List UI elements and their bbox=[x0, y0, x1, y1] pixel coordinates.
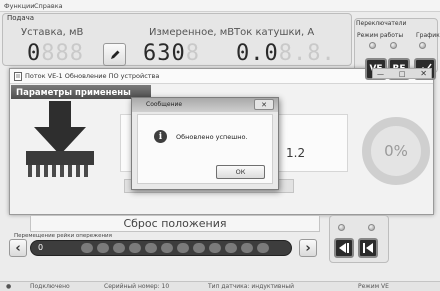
bottom-action-right-button[interactable] bbox=[358, 238, 378, 258]
maximize-icon[interactable]: □ bbox=[399, 70, 406, 78]
connection-status: Подключено bbox=[30, 283, 70, 290]
coil-current-label: Ток катушки, А bbox=[234, 27, 315, 38]
measured-display: 6308 bbox=[143, 43, 200, 65]
rail-right-button[interactable]: › bbox=[299, 239, 317, 257]
bottom-indicator-left bbox=[338, 224, 345, 231]
info-icon: i bbox=[154, 130, 167, 143]
edit-setpoint-button[interactable] bbox=[103, 43, 126, 66]
chevron-left-icon: ‹ bbox=[15, 240, 21, 256]
serial-number: Серийный номер: 10 bbox=[104, 283, 170, 290]
bottom-indicator-right bbox=[368, 224, 375, 231]
measured-label: Измеренное, мВ bbox=[149, 27, 235, 38]
window-title: Поток VE-1 Обновление ПО устройства bbox=[25, 72, 160, 80]
menu-help[interactable]: Справка bbox=[34, 2, 63, 10]
connection-status-icon: ● bbox=[6, 283, 12, 290]
mode-label: Режим работы bbox=[357, 32, 404, 39]
dialog-title: Сообщение bbox=[146, 101, 183, 108]
setpoint-dim-digits: 888 bbox=[41, 41, 84, 66]
rail-label: Перемещение рейки опережения bbox=[14, 233, 112, 239]
close-icon[interactable]: ✕ bbox=[420, 69, 427, 78]
menu-bar: Функции Справка bbox=[0, 0, 440, 12]
arrow-left-icon bbox=[339, 243, 349, 253]
supply-section-label: Подача bbox=[7, 14, 35, 22]
status-bar: ● Подключено Серийный номер: 10 Тип датч… bbox=[0, 281, 440, 291]
window-controls: — □ ✕ bbox=[372, 68, 432, 79]
sensor-type: Тип датчика: индуктивный bbox=[208, 283, 295, 290]
graph-indicator bbox=[419, 42, 426, 49]
coil-current-dim-digits: 8.8. bbox=[278, 41, 336, 66]
window-app-icon bbox=[14, 72, 22, 81]
setpoint-label: Уставка, мВ bbox=[21, 27, 84, 38]
firmware-download-icon bbox=[26, 101, 94, 177]
menu-functions[interactable]: Функции bbox=[4, 2, 35, 10]
message-dialog: Сообщение ✕ i Обновлено успешно. ОК bbox=[131, 97, 279, 190]
mode-re-indicator bbox=[390, 42, 397, 49]
rail-position-slider[interactable]: 0 bbox=[30, 240, 292, 256]
coil-current-display: 0.08.8. bbox=[236, 43, 336, 65]
dialog-body: i Обновлено успешно. ОК bbox=[137, 114, 273, 184]
chevron-right-icon: › bbox=[305, 240, 311, 256]
dialog-close-icon[interactable]: ✕ bbox=[254, 99, 274, 110]
progress-ring: 0% bbox=[362, 117, 430, 185]
rail-left-button[interactable]: ‹ bbox=[9, 239, 27, 257]
bottom-action-left-button[interactable] bbox=[334, 238, 354, 258]
reset-position-button[interactable]: Сброс положения bbox=[30, 215, 320, 232]
graph-label: График bbox=[416, 32, 440, 39]
arrow-left-bar-icon bbox=[363, 243, 373, 253]
dialog-message: Обновлено успешно. bbox=[176, 133, 248, 141]
measured-digits: 630 bbox=[143, 41, 186, 66]
version-text: 1.2 bbox=[286, 146, 306, 160]
ok-button[interactable]: ОК bbox=[216, 165, 265, 179]
mode-status: Режим VE bbox=[358, 283, 389, 290]
status-banner-text: Параметры применены bbox=[16, 88, 131, 98]
coil-current-digits: 0.0 bbox=[236, 41, 279, 66]
setpoint-digits: 0 bbox=[27, 41, 42, 66]
mode-ve-indicator bbox=[369, 42, 376, 49]
switches-section-label: Переключатели bbox=[356, 20, 407, 27]
setpoint-display: 0888 bbox=[27, 43, 84, 65]
minimize-icon[interactable]: — bbox=[377, 70, 384, 78]
progress-percent: 0% bbox=[384, 142, 408, 160]
status-banner: Параметры применены bbox=[11, 85, 151, 99]
measured-dim-digits: 8 bbox=[185, 41, 200, 66]
rail-value: 0 bbox=[38, 243, 44, 252]
pencil-icon bbox=[110, 50, 119, 59]
dialog-titlebar: Сообщение ✕ bbox=[132, 98, 278, 112]
reset-position-label: Сброс положения bbox=[123, 217, 227, 230]
